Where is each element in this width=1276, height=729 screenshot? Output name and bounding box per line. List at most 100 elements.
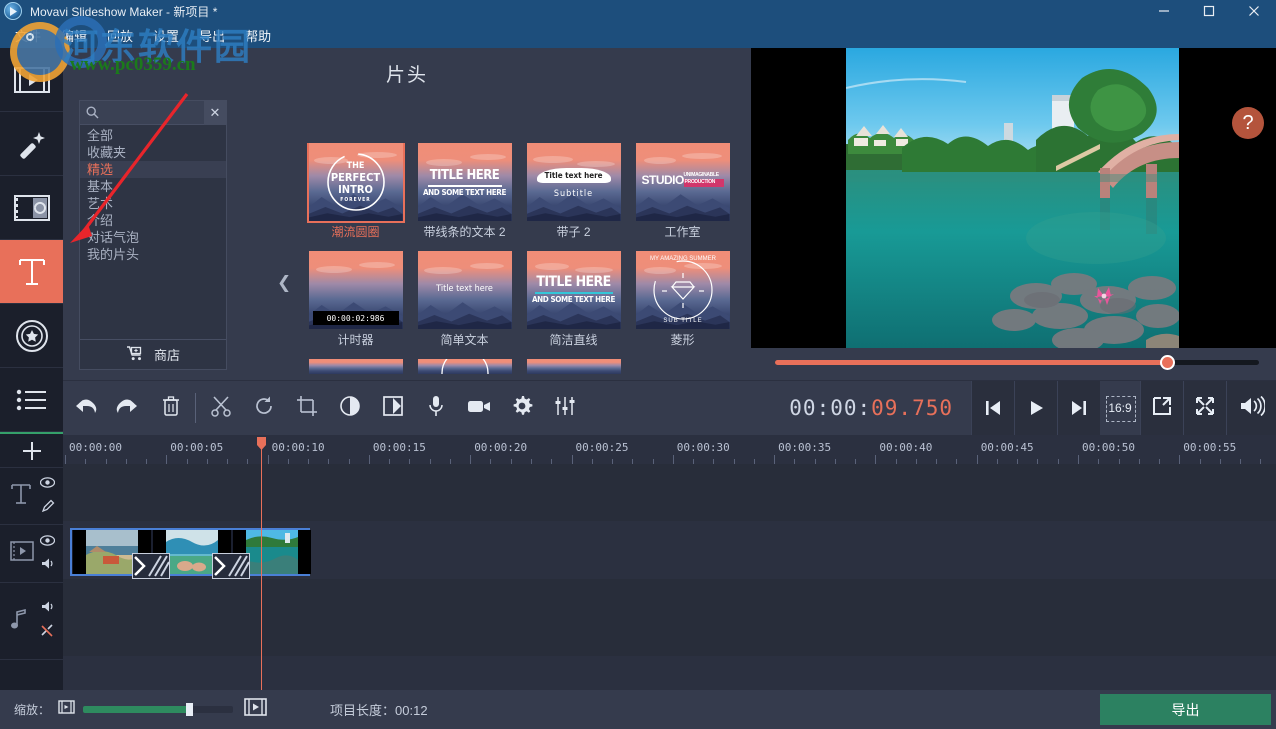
transition-1[interactable]	[132, 553, 170, 579]
rail-item-filters[interactable]	[0, 112, 63, 176]
color-adjust-button[interactable]	[328, 381, 371, 435]
pencil-icon[interactable]	[41, 499, 55, 518]
microphone-icon	[428, 395, 444, 422]
title-card-ribbon-2[interactable]: Title text here Subtitle 带子 2	[519, 143, 628, 240]
rail-item-stickers[interactable]	[0, 304, 63, 368]
fullscreen-button[interactable]	[1183, 381, 1226, 435]
clear-search-icon[interactable]: ✕	[204, 101, 226, 125]
category-item-featured[interactable]: 精选	[80, 161, 226, 178]
close-button[interactable]	[1231, 0, 1276, 22]
category-item-intro[interactable]: 介绍	[80, 212, 226, 229]
eye-icon[interactable]	[40, 533, 55, 551]
zoom-slider[interactable]	[83, 706, 233, 713]
highlight-icon	[382, 395, 404, 422]
preview-seek-bar[interactable]	[751, 348, 1276, 380]
seek-handle[interactable]	[1160, 355, 1175, 370]
eye-icon[interactable]	[40, 475, 55, 493]
category-item-my-titles[interactable]: 我的片头	[80, 246, 226, 263]
clip-group[interactable]	[70, 528, 310, 576]
title-card-diamond[interactable]: MY AMAZING SUMMER SUB TITLE 菱形	[628, 251, 737, 348]
track-header-audio[interactable]	[0, 583, 63, 660]
track-header-video[interactable]	[0, 525, 63, 583]
ruler-label: 00:00:00	[69, 441, 122, 454]
rail-item-import-media[interactable]	[0, 48, 63, 112]
menu-export[interactable]: 导出	[190, 23, 234, 48]
preview-player[interactable]: ?	[751, 48, 1276, 348]
play-button[interactable]	[1014, 381, 1057, 435]
film-transition-icon	[14, 195, 50, 221]
crop-button[interactable]	[285, 381, 328, 435]
speaker-icon[interactable]	[40, 600, 55, 618]
add-track-button[interactable]	[0, 434, 63, 468]
menu-help[interactable]: 帮助	[236, 23, 280, 48]
minimize-button[interactable]	[1141, 0, 1186, 22]
delete-button[interactable]	[149, 381, 192, 435]
speaker-icon[interactable]	[40, 557, 55, 575]
link-broken-icon[interactable]	[39, 624, 55, 643]
capture-video-button[interactable]	[457, 381, 500, 435]
timeline-audio-track[interactable]	[63, 579, 1276, 656]
volume-button[interactable]	[1226, 381, 1276, 435]
title-card-simple-text[interactable]: Title text here 简单文本	[410, 251, 519, 348]
menu-playback[interactable]: 回放	[98, 23, 142, 48]
help-button[interactable]: ?	[1232, 107, 1264, 139]
rail-item-transitions[interactable]	[0, 176, 63, 240]
category-item-favorites[interactable]: 收藏夹	[80, 144, 226, 161]
title-card-partial-1[interactable]	[301, 359, 410, 374]
large-frame-icon[interactable]	[244, 698, 267, 721]
aspect-ratio-button[interactable]: 16:9	[1100, 381, 1140, 435]
fullscreen-icon	[1195, 396, 1215, 421]
record-audio-button[interactable]	[414, 381, 457, 435]
text-t-icon	[10, 482, 32, 511]
highlight-conceal-button[interactable]	[371, 381, 414, 435]
zoom-slider-fill	[83, 706, 190, 713]
timeline-title-track[interactable]	[63, 464, 1276, 521]
collapse-panel-button[interactable]: ❮	[277, 273, 291, 293]
maximize-button[interactable]	[1186, 0, 1231, 22]
clip-properties-button[interactable]	[500, 381, 543, 435]
category-item-all[interactable]: 全部	[80, 127, 226, 144]
seek-track[interactable]	[775, 360, 1259, 365]
export-button[interactable]: 导出	[1100, 694, 1271, 725]
title-card-studio[interactable]: STUDIO UNIMAGINABLE PRODUCTION 工作室	[628, 143, 737, 240]
title-card-partial-2[interactable]	[410, 359, 519, 374]
thumb-text-1: TITLE HERE	[527, 275, 621, 289]
audio-properties-button[interactable]	[543, 381, 586, 435]
search-input[interactable]	[104, 106, 204, 120]
title-card-timer[interactable]: 00:00:02:986 计时器	[301, 251, 410, 348]
thumb-text-2: PERFECT	[309, 172, 403, 183]
title-card-label: 菱形	[628, 333, 737, 348]
current-timecode: 00:00:09.750	[771, 396, 971, 420]
category-item-callouts[interactable]: 对话气泡	[80, 229, 226, 246]
prev-frame-button[interactable]	[971, 381, 1014, 435]
zoom-slider-handle[interactable]	[186, 703, 193, 716]
next-frame-button[interactable]	[1057, 381, 1100, 435]
category-item-artistic[interactable]: 艺术	[80, 195, 226, 212]
transition-2[interactable]	[212, 553, 250, 579]
small-frame-icon[interactable]	[58, 700, 75, 719]
track-header-title[interactable]	[0, 468, 63, 525]
popout-preview-button[interactable]	[1140, 381, 1183, 435]
thumb-text-3: PRODUCTION	[684, 179, 724, 187]
rotate-button[interactable]	[242, 381, 285, 435]
rail-item-more-tools[interactable]	[0, 368, 63, 432]
title-card-clean-line[interactable]: TITLE HERE AND SOME TEXT HERE 简洁直线	[519, 251, 628, 348]
thumb-text-4: FOREVER	[309, 197, 403, 203]
undo-button[interactable]	[63, 381, 106, 435]
menu-settings[interactable]: 设置	[144, 23, 188, 48]
redo-button[interactable]	[106, 381, 149, 435]
ruler-tick	[774, 455, 775, 464]
thumb-text-1: Title text here	[418, 284, 512, 294]
title-card-trendy-circle[interactable]: THE PERFECT INTRO FOREVER 潮流圆圈	[301, 143, 410, 240]
timeline-video-track[interactable]	[63, 521, 1276, 579]
rail-item-titles[interactable]	[0, 240, 63, 304]
menu-edit[interactable]: 编辑	[52, 23, 96, 48]
title-card-partial-3[interactable]	[519, 359, 628, 374]
category-item-basic[interactable]: 基本	[80, 178, 226, 195]
menu-file[interactable]: 文件	[6, 23, 50, 48]
timeline-ruler[interactable]: 00:00:0000:00:0500:00:1000:00:1500:00:20…	[63, 437, 1276, 464]
store-button[interactable]: 商店	[80, 339, 226, 369]
split-button[interactable]	[199, 381, 242, 435]
title-card-lined-text-2[interactable]: TITLE HERE AND SOME TEXT HERE 带线条的文本 2	[410, 143, 519, 240]
thumb-text-1: Title text here	[527, 171, 621, 180]
